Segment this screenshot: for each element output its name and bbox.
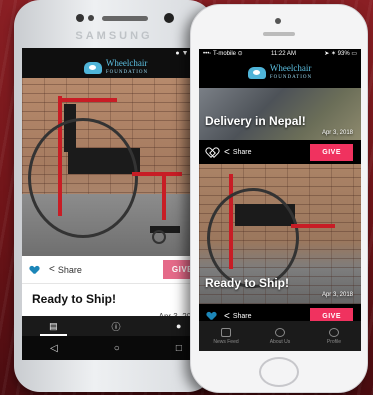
android-screen: ● ▼ ▮ 12: Wheelchair FOUNDATION < (22, 48, 210, 360)
tab-news-feed[interactable]: ▤ (22, 316, 85, 336)
back-icon[interactable]: ◁ (50, 343, 58, 354)
share-button[interactable]: < Share (224, 311, 252, 322)
recents-icon[interactable]: □ (176, 343, 182, 354)
post-photo[interactable]: Delivery in Nepal! Apr 3, 2018 (199, 88, 361, 140)
tab-about[interactable]: About Us (253, 321, 307, 351)
share-label: Share (57, 264, 82, 275)
logo-title: Wheelchair (105, 58, 148, 68)
android-phone: SAMSUNG ● ▼ ▮ 12: Wheelchair FOUNDATION (14, 0, 214, 392)
wheelchair-frame (162, 176, 166, 220)
front-camera-icon (275, 18, 281, 24)
profile-icon (329, 327, 339, 337)
wheelchair-frame (291, 224, 335, 228)
bottom-tab-bar: ▤ ⓘ ● (22, 316, 210, 336)
info-icon (275, 327, 285, 337)
post-actions: < Share GIVE (199, 140, 361, 164)
app-header: Wheelchair FOUNDATION (22, 58, 210, 78)
bottom-tab-bar: News Feed About Us Profile (199, 321, 361, 351)
home-button[interactable] (259, 357, 299, 387)
earpiece (102, 16, 148, 21)
app-header: Wheelchair FOUNDATION (199, 58, 361, 88)
wheelchair-wheel (207, 188, 299, 288)
logo-title: Wheelchair (269, 63, 312, 73)
phone-brand: SAMSUNG (75, 30, 153, 42)
share-icon: < (49, 264, 55, 275)
post-title: Ready to Ship! (32, 292, 117, 306)
share-icon: < (224, 146, 230, 158)
post-photo[interactable] (22, 78, 210, 256)
profile-icon: ● (175, 321, 182, 331)
post-title: Ready to Ship! (205, 276, 290, 290)
news-feed-icon (221, 327, 231, 337)
share-button[interactable]: < Share (224, 147, 252, 158)
tab-label: About Us (269, 338, 291, 345)
post-actions: < Share GIVE (22, 256, 210, 284)
share-label: Share (232, 312, 252, 320)
status-time: 11:22 AM (271, 50, 296, 57)
logo-subtitle: FOUNDATION (269, 75, 313, 80)
logo-subtitle: FOUNDATION (105, 70, 149, 75)
give-button[interactable]: GIVE (310, 143, 353, 161)
post-title: Delivery in Nepal! (205, 114, 306, 128)
news-feed-icon: ▤ (49, 320, 58, 331)
tab-label: News Feed (213, 338, 239, 345)
post-date: Apr 3, 2018 (321, 292, 353, 298)
tab-about[interactable]: ⓘ (85, 316, 148, 336)
wheelchair-logo-icon (83, 62, 102, 74)
share-icon: < (224, 310, 230, 322)
info-icon: ⓘ (111, 321, 121, 332)
carrier-label: •••◦ T-mobile ⊙ (203, 51, 243, 57)
tab-profile[interactable]: Profile (307, 321, 361, 351)
share-label: Share (232, 148, 252, 156)
wheelchair-frame (132, 172, 182, 176)
front-camera-icon (164, 13, 174, 23)
app-logo-text: Wheelchair FOUNDATION (270, 64, 312, 82)
sensor-icon (76, 14, 84, 22)
app-logo-text: Wheelchair FOUNDATION (106, 59, 148, 77)
post-photo[interactable]: Ready to Ship! Apr 3, 2018 (199, 164, 361, 304)
heart-outline-icon[interactable] (207, 148, 216, 156)
earpiece (263, 32, 295, 36)
post-date: Apr 3, 2018 (321, 130, 353, 136)
iphone: •••◦ T-mobile ⊙ 11:22 AM ➤ ✶ 93% ▭ Wheel… (190, 4, 368, 393)
heart-icon[interactable] (207, 312, 216, 320)
caster-wheel (152, 230, 166, 244)
tab-label: Profile (326, 338, 342, 345)
status-bar: •••◦ T-mobile ⊙ 11:22 AM ➤ ✶ 93% ▭ (199, 49, 361, 58)
share-button[interactable]: < Share (49, 264, 82, 275)
tab-news-feed[interactable]: News Feed (199, 321, 253, 351)
heart-icon[interactable] (30, 266, 39, 274)
wheelchair-wheel (28, 118, 138, 238)
status-bar: ● ▼ ▮ 12: (22, 48, 210, 58)
home-icon[interactable]: ○ (114, 343, 120, 354)
iphone-screen: •••◦ T-mobile ⊙ 11:22 AM ➤ ✶ 93% ▭ Wheel… (199, 49, 361, 351)
android-nav-bar: ◁ ○ □ (22, 336, 210, 360)
wheelchair-frame (62, 98, 117, 102)
battery-status: ➤ ✶ 93% ▭ (324, 51, 357, 57)
sensor-icon (88, 15, 94, 21)
wheelchair-logo-icon (247, 67, 266, 79)
